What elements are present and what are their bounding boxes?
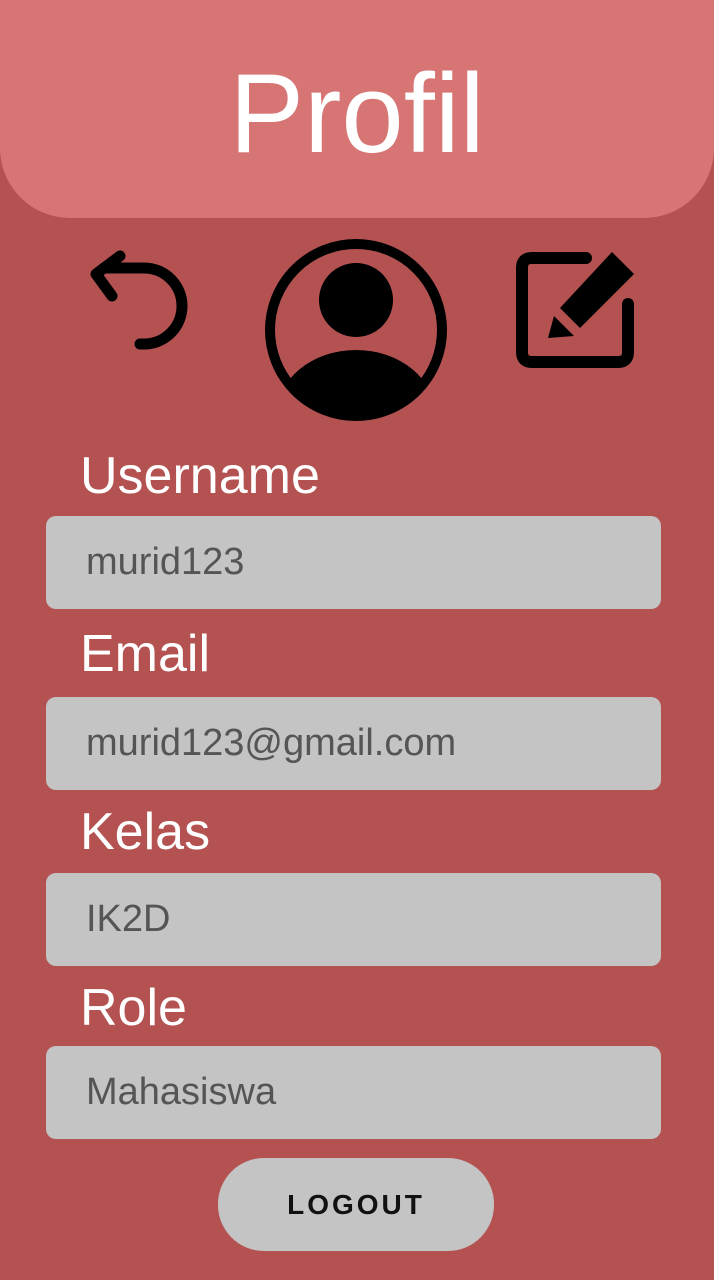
email-label: Email [80, 625, 211, 683]
role-label: Role [80, 979, 187, 1037]
username-label: Username [80, 447, 320, 505]
undo-arrow-icon[interactable] [82, 246, 196, 352]
edit-square-icon[interactable] [508, 244, 642, 376]
username-field[interactable]: murid123 [46, 516, 661, 609]
header-bar: Profil [0, 0, 714, 218]
page-title: Profil [229, 51, 485, 176]
role-field[interactable]: Mahasiswa [46, 1046, 661, 1139]
email-field[interactable]: murid123@gmail.com [46, 697, 661, 790]
account-circle-icon [265, 239, 447, 421]
kelas-label: Kelas [80, 803, 211, 861]
kelas-field[interactable]: IK2D [46, 873, 661, 966]
logout-button[interactable]: LOGOUT [218, 1158, 494, 1251]
